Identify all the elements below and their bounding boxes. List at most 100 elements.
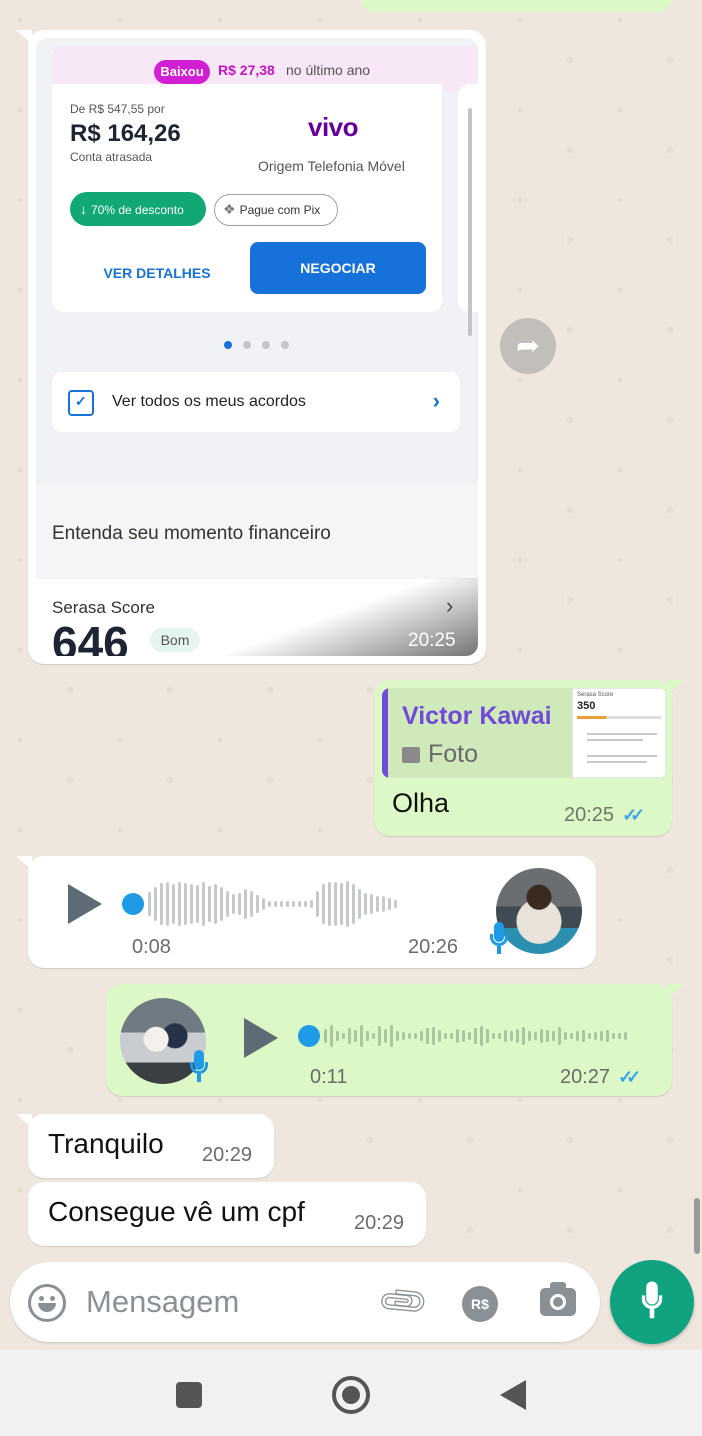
payment-icon[interactable]: R$ bbox=[462, 1286, 498, 1322]
quote-thumbnail: Serasa Score 350 bbox=[572, 688, 666, 778]
waveform-bar bbox=[390, 1025, 393, 1047]
thumbnail-score-bar bbox=[577, 716, 661, 719]
chevron-right-icon: › bbox=[432, 388, 440, 413]
debt-status: Conta atrasada bbox=[70, 150, 153, 164]
waveform-bar bbox=[166, 882, 169, 926]
offer-price: R$ 164,26 bbox=[70, 120, 181, 147]
waveform-bar bbox=[354, 1030, 357, 1042]
waveform-bar bbox=[564, 1032, 567, 1040]
waveform-bar bbox=[352, 884, 355, 924]
mic-icon bbox=[190, 1050, 208, 1084]
carousel-dot-active bbox=[224, 341, 232, 349]
waveform-bar bbox=[606, 1030, 609, 1042]
audio-seek-knob[interactable] bbox=[122, 893, 144, 915]
waveform-bar bbox=[322, 884, 325, 924]
waveform-bar bbox=[480, 1026, 483, 1046]
waveform-bar bbox=[546, 1030, 549, 1042]
waveform-bar bbox=[298, 901, 301, 907]
waveform-bar bbox=[310, 900, 313, 908]
voice-record-button[interactable] bbox=[610, 1260, 694, 1344]
play-icon[interactable] bbox=[68, 884, 102, 924]
thumbnail-text-line bbox=[587, 755, 657, 757]
message-text: Tranquilo bbox=[48, 1128, 164, 1159]
waveform-bar bbox=[486, 1029, 489, 1043]
quoted-message[interactable]: Victor Kawai Foto Serasa Score 350 bbox=[382, 688, 666, 778]
carousel-dot bbox=[262, 341, 270, 349]
debt-origin: Origem Telefonia Móvel bbox=[258, 158, 405, 174]
previous-message-bubble[interactable] bbox=[360, 0, 672, 12]
pix-icon: ❖ bbox=[223, 201, 236, 217]
play-icon[interactable] bbox=[244, 1018, 278, 1058]
waveform-bar bbox=[366, 1031, 369, 1041]
waveform-bar bbox=[516, 1029, 519, 1043]
waveform-bar bbox=[552, 1031, 555, 1041]
waveform-bar bbox=[268, 901, 271, 907]
emoji-icon[interactable] bbox=[28, 1284, 66, 1322]
waveform-bar bbox=[160, 883, 163, 925]
quote-accent-bar bbox=[382, 688, 388, 778]
chat-scrollbar[interactable] bbox=[694, 1198, 700, 1254]
waveform-bar bbox=[190, 884, 193, 924]
waveform-bar bbox=[280, 901, 283, 907]
incoming-text-message[interactable]: Tranquilo 20:29 bbox=[16, 1114, 274, 1178]
waveform-bar bbox=[576, 1031, 579, 1041]
waveform-bar bbox=[450, 1033, 453, 1039]
waveform-bar bbox=[370, 894, 373, 914]
waveform-bar bbox=[316, 891, 319, 917]
thumbnail-text-line bbox=[587, 733, 657, 735]
thumbnail-label: Serasa Score bbox=[577, 692, 614, 698]
back-icon[interactable] bbox=[500, 1380, 526, 1410]
incoming-voice-message[interactable]: 0:08 20:26 bbox=[16, 856, 596, 968]
waveform-bar bbox=[208, 886, 211, 922]
waveform-bar bbox=[334, 882, 337, 926]
paperclip-icon[interactable]: 📎︎ bbox=[374, 1273, 433, 1331]
waveform-bar bbox=[588, 1033, 591, 1039]
waveform-bar bbox=[304, 901, 307, 907]
read-ticks-icon: ✓✓ bbox=[622, 805, 645, 825]
waveform-bar bbox=[624, 1032, 627, 1040]
voice-duration: 0:11 bbox=[310, 1066, 348, 1088]
camera-icon[interactable] bbox=[540, 1282, 576, 1316]
offer-card: De R$ 547,55 por R$ 164,26 Conta atrasad… bbox=[52, 84, 442, 312]
forward-button[interactable]: ➦ bbox=[500, 318, 556, 374]
home-icon[interactable] bbox=[332, 1376, 370, 1414]
waveform-bar bbox=[396, 1031, 399, 1041]
message-input[interactable] bbox=[86, 1278, 366, 1326]
waveform-bar bbox=[178, 882, 181, 926]
audio-waveform[interactable] bbox=[148, 879, 400, 929]
waveform-bar bbox=[148, 892, 151, 916]
waveform-bar bbox=[256, 895, 259, 913]
quote-type-label: Foto bbox=[428, 740, 479, 768]
waveform-bar bbox=[196, 885, 199, 923]
audio-waveform[interactable] bbox=[324, 1011, 630, 1061]
shared-screenshot-image[interactable]: Baixou R$ 27,38 no último ano De R$ 547,… bbox=[36, 38, 478, 656]
waveform-bar bbox=[364, 893, 367, 915]
message-time: 20:25 bbox=[564, 804, 615, 826]
agreements-link-label: Ver todos os meus acordos bbox=[112, 393, 306, 410]
incoming-text-message[interactable]: Consegue vê um cpf 20:29 bbox=[28, 1182, 426, 1246]
waveform-bar bbox=[336, 1031, 339, 1041]
price-drop-badge: Baixou bbox=[154, 60, 210, 84]
message-text: Consegue vê um cpf bbox=[48, 1196, 305, 1227]
waveform-bar bbox=[540, 1029, 543, 1043]
view-details-button: VER DETALHES bbox=[103, 265, 211, 281]
waveform-bar bbox=[468, 1032, 471, 1040]
original-price: De R$ 547,55 por bbox=[70, 102, 165, 116]
recents-icon[interactable] bbox=[176, 1382, 202, 1408]
audio-seek-knob[interactable] bbox=[298, 1025, 320, 1047]
message-text: Olha bbox=[392, 788, 450, 818]
message-time: 20:29 bbox=[354, 1212, 405, 1234]
waveform-bar bbox=[378, 1026, 381, 1046]
sender-avatar[interactable] bbox=[496, 868, 582, 954]
waveform-bar bbox=[582, 1030, 585, 1042]
waveform-bar bbox=[498, 1033, 501, 1039]
creditor-logo: vivo bbox=[308, 112, 359, 142]
waveform-bar bbox=[184, 883, 187, 925]
outgoing-voice-message[interactable]: 0:11 20:27 ✓✓ bbox=[106, 984, 684, 1096]
quote-author: Victor Kawai bbox=[402, 702, 552, 730]
image-message-bubble[interactable]: Baixou R$ 27,38 no último ano De R$ 547,… bbox=[16, 30, 486, 664]
waveform-bar bbox=[376, 896, 379, 912]
waveform-bar bbox=[340, 883, 343, 925]
section-title: Entenda seu momento financeiro bbox=[52, 523, 331, 544]
reply-message-bubble[interactable]: Victor Kawai Foto Serasa Score 350 Olha … bbox=[374, 680, 684, 836]
